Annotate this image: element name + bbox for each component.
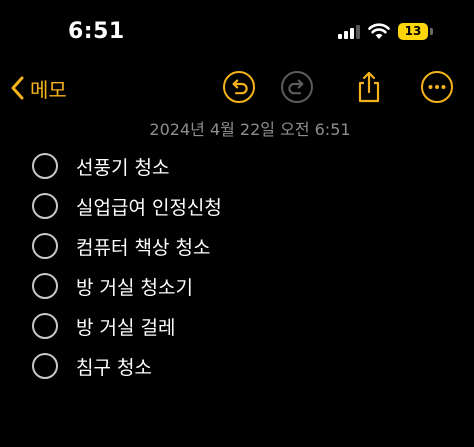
battery-icon: 13: [398, 23, 428, 40]
undo-icon[interactable]: [222, 70, 256, 104]
ellipsis-icon[interactable]: [420, 70, 454, 104]
checkbox[interactable]: [32, 153, 58, 179]
checklist-item: 컴퓨터 책상 청소: [32, 226, 452, 266]
navigation-bar: 메모: [0, 64, 474, 112]
checkbox[interactable]: [32, 313, 58, 339]
checklist-item-label[interactable]: 침구 청소: [76, 353, 152, 380]
battery-cap: [430, 28, 433, 35]
cellular-signal-icon: [338, 25, 360, 39]
checkbox[interactable]: [32, 273, 58, 299]
checklist-item: 방 거실 걸레: [32, 306, 452, 346]
checklist-item-label[interactable]: 방 거실 걸레: [76, 313, 175, 340]
checklist-item-label[interactable]: 실업급여 인정신청: [76, 193, 222, 220]
checklist-item: 방 거실 청소기: [32, 266, 452, 306]
back-button[interactable]: 메모: [10, 70, 67, 106]
share-icon[interactable]: [352, 70, 386, 104]
wifi-icon: [368, 23, 390, 40]
checkbox[interactable]: [32, 353, 58, 379]
status-bar: 6:51 13: [0, 0, 474, 60]
note-timestamp: 2024년 4월 22일 오전 6:51: [149, 120, 351, 139]
status-time: 6:51: [68, 19, 125, 44]
checkbox[interactable]: [32, 233, 58, 259]
checklist-item: 침구 청소: [32, 346, 452, 386]
back-label: 메모: [30, 77, 67, 102]
checklist-item: 선풍기 청소: [32, 146, 452, 186]
checklist-item-label[interactable]: 방 거실 청소기: [76, 273, 193, 300]
checklist-item-label[interactable]: 선풍기 청소: [76, 153, 169, 180]
checklist: 선풍기 청소 실업급여 인정신청 컴퓨터 책상 청소 방 거실 청소기 방 거실…: [32, 146, 452, 386]
checkbox[interactable]: [32, 193, 58, 219]
checklist-item-label[interactable]: 컴퓨터 책상 청소: [76, 233, 210, 260]
redo-icon[interactable]: [280, 70, 314, 104]
chevron-left-icon: [10, 76, 24, 100]
checklist-item: 실업급여 인정신청: [32, 186, 452, 226]
